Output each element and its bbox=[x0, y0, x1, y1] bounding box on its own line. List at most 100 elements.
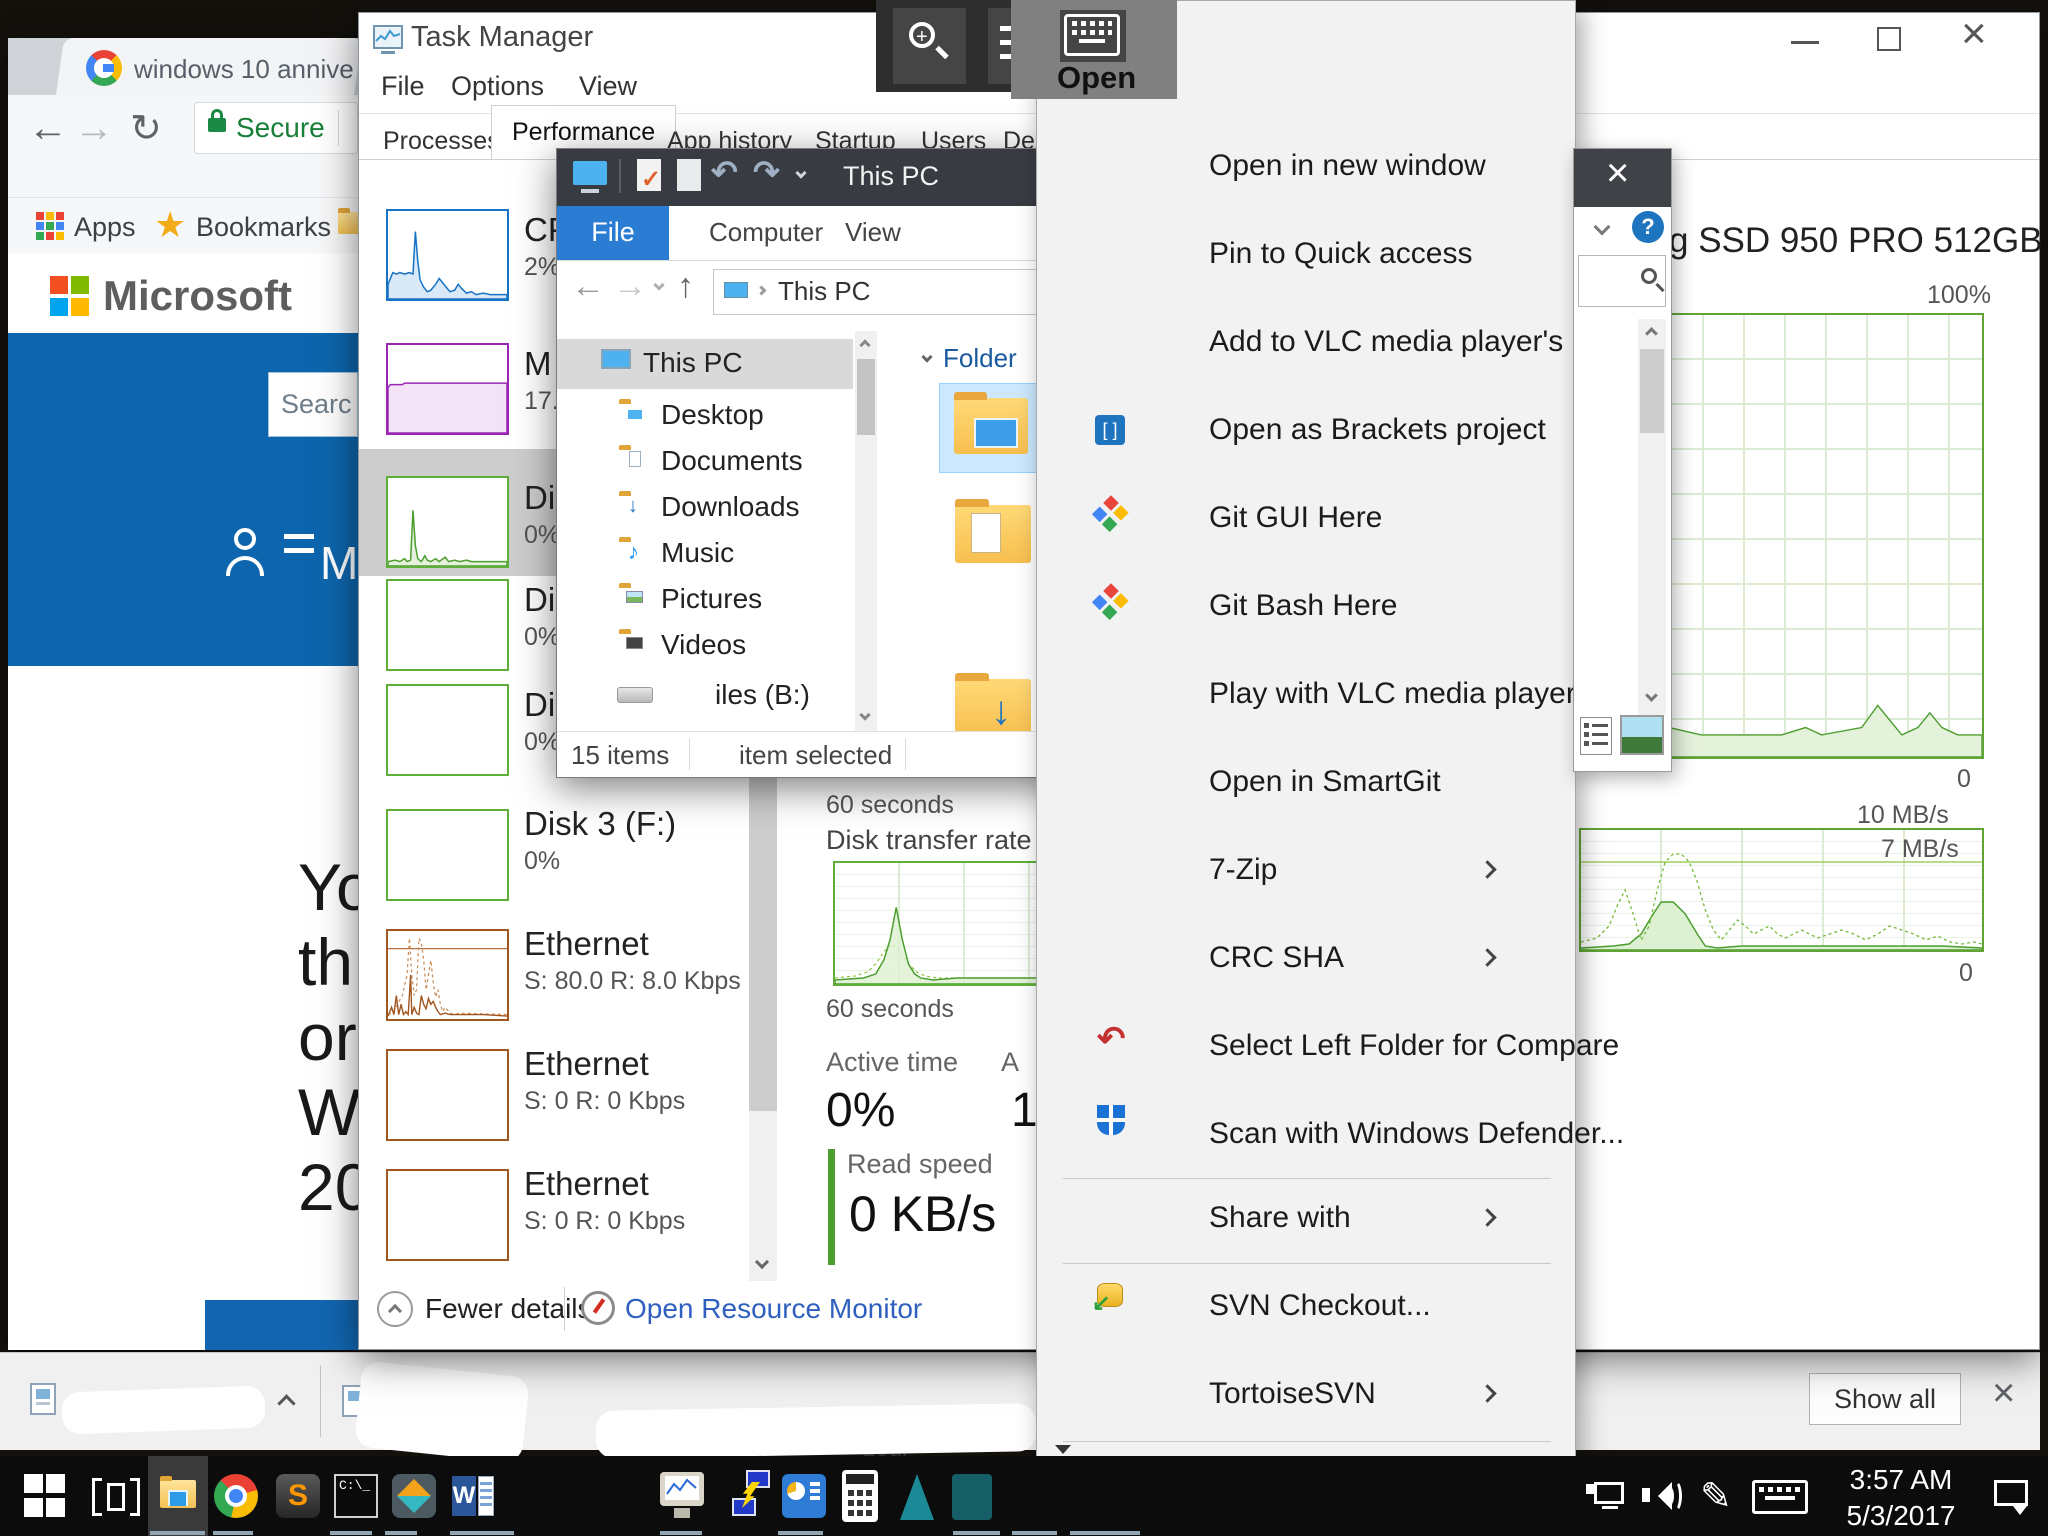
tm-scrollbar-down-icon[interactable] bbox=[755, 1255, 769, 1269]
menu-scroll-down-icon[interactable] bbox=[1055, 1445, 1071, 1454]
page-blue-button[interactable] bbox=[205, 1300, 358, 1350]
file-item-folder[interactable] bbox=[955, 505, 1031, 563]
address-breadcrumb[interactable]: This PC bbox=[778, 276, 870, 307]
zoom-tool-button[interactable]: + bbox=[893, 8, 966, 84]
ribbon-computer-tab[interactable]: Computer bbox=[709, 217, 823, 248]
menu-item-play-with-vlc[interactable]: Play with VLC media player bbox=[1209, 677, 1576, 711]
menu-item-pin-to-quick-access[interactable]: Pin to Quick access bbox=[1209, 237, 1472, 271]
qat-redo-icon[interactable]: ↷ bbox=[753, 153, 780, 191]
ribbon-file-tab[interactable]: File bbox=[557, 206, 669, 260]
task-view-button[interactable] bbox=[92, 1478, 140, 1516]
help-button[interactable]: ? bbox=[1632, 211, 1664, 243]
tree-scrollbar-thumb[interactable] bbox=[857, 359, 875, 435]
tree-music-row[interactable]: ♪ Music bbox=[557, 529, 853, 575]
menu-item-tortoisesvn[interactable]: TortoiseSVN bbox=[1209, 1377, 1376, 1411]
taskbar-app-button[interactable] bbox=[952, 1474, 992, 1520]
address-bar[interactable]: This PC bbox=[713, 269, 1075, 315]
nav-up-icon[interactable]: ↑ bbox=[677, 267, 694, 306]
tree-videos-row[interactable]: Videos bbox=[557, 621, 853, 667]
back-icon[interactable]: ← bbox=[28, 106, 68, 151]
taskbar-calculator-button[interactable] bbox=[842, 1470, 878, 1522]
nav-forward-icon[interactable]: → bbox=[613, 267, 647, 306]
popup-scroll-thumb[interactable] bbox=[1640, 349, 1664, 433]
close-button[interactable]: × bbox=[1961, 9, 1987, 59]
shelf-collapse-chevron-icon[interactable] bbox=[277, 1394, 295, 1412]
sidebar-item-disk-third[interactable]: Di 0% bbox=[359, 684, 559, 804]
ribbon-view-tab[interactable]: View bbox=[845, 217, 901, 248]
menu-item-select-left-folder-compare[interactable]: Select Left Folder for Compare bbox=[1209, 1029, 1619, 1063]
sidebar-item-disk3[interactable]: Disk 3 (F:) 0% bbox=[359, 803, 779, 923]
tm-scrollbar-thumb[interactable] bbox=[749, 771, 777, 1111]
minimize-button[interactable] bbox=[1791, 41, 1819, 44]
popup-scrollbar[interactable] bbox=[1638, 319, 1666, 715]
qat-newfolder-icon[interactable] bbox=[677, 159, 701, 191]
taskbar-sublime-button[interactable]: S bbox=[276, 1474, 320, 1518]
refresh-icon[interactable]: ↻ bbox=[130, 106, 162, 151]
tree-downloads-row[interactable]: ↓ Downloads bbox=[557, 483, 853, 529]
taskbar-explorer-button[interactable] bbox=[148, 1456, 208, 1536]
sidebar-item-ethernet1[interactable]: Ethernet S: 80.0 R: 8.0 Kbps bbox=[359, 921, 779, 1041]
menu-item-git-gui-here[interactable]: Git GUI Here bbox=[1209, 501, 1382, 535]
tray-clock[interactable]: 3:57 AM 5/3/2017 bbox=[1826, 1464, 1976, 1532]
menu-item-svn-checkout[interactable]: SVN Checkout... bbox=[1209, 1289, 1431, 1323]
tree-desktop-row[interactable]: Desktop bbox=[557, 391, 853, 437]
nav-back-icon[interactable]: ← bbox=[571, 267, 605, 306]
popup-dropdown-icon[interactable] bbox=[1594, 219, 1611, 236]
menu-item-crc-sha[interactable]: CRC SHA bbox=[1209, 941, 1344, 975]
bookmarks-label[interactable]: Bookmarks bbox=[196, 212, 331, 243]
taskbar-app-button[interactable] bbox=[900, 1474, 934, 1520]
explorer-tree-scrollbar[interactable] bbox=[855, 331, 877, 733]
sidebar-item-cpu[interactable]: CP 2% bbox=[359, 181, 559, 306]
tray-volume-icon[interactable] bbox=[1642, 1478, 1684, 1514]
taskbar-vmware-button[interactable] bbox=[392, 1474, 436, 1518]
nav-dropdown-icon[interactable] bbox=[653, 279, 664, 290]
forward-icon[interactable]: → bbox=[74, 106, 114, 151]
shelf-close-icon[interactable]: × bbox=[1992, 1371, 2015, 1416]
sidebar-item-disk2[interactable]: Di 0% bbox=[359, 579, 559, 699]
sidebar-item-memory[interactable]: M 17. bbox=[359, 313, 559, 438]
sidebar-item-ethernet2[interactable]: Ethernet S: 0 R: 0 Kbps bbox=[359, 1041, 779, 1161]
tree-scrollbar-down-icon[interactable] bbox=[859, 709, 870, 720]
image-preview-icon[interactable] bbox=[1620, 715, 1664, 755]
menu-item-7zip[interactable]: 7-Zip bbox=[1209, 853, 1277, 887]
popup-search-input[interactable] bbox=[1578, 255, 1666, 307]
menu-item-open-in-smartgit[interactable]: Open in SmartGit bbox=[1209, 765, 1441, 799]
apps-label[interactable]: Apps bbox=[74, 212, 136, 243]
taskbar-word-button[interactable]: W bbox=[452, 1474, 496, 1518]
action-center-icon[interactable] bbox=[1994, 1480, 2028, 1506]
tray-pen-icon[interactable]: ✎ bbox=[1700, 1474, 1732, 1519]
fewer-details-button[interactable]: Fewer details bbox=[425, 1293, 592, 1325]
group-collapse-icon[interactable] bbox=[921, 351, 932, 362]
tray-network-icon[interactable] bbox=[1586, 1482, 1626, 1512]
menu-item-open-as-brackets-project[interactable]: Open as Brackets project bbox=[1209, 413, 1546, 447]
show-all-button[interactable]: Show all bbox=[1809, 1373, 1961, 1425]
menu-item-open-in-new-window[interactable]: Open in new window bbox=[1209, 149, 1486, 183]
open-header-bg[interactable]: Open bbox=[1011, 0, 1177, 99]
tree-pictures-row[interactable]: Pictures bbox=[557, 575, 853, 621]
taskbar-cmd-button[interactable]: C:\_ bbox=[334, 1474, 378, 1518]
qat-properties-icon[interactable]: ✓ bbox=[637, 159, 661, 191]
taskbar-cpanel-button[interactable] bbox=[782, 1474, 826, 1518]
tm-menu-options[interactable]: Options bbox=[451, 71, 544, 102]
bookmark-star-icon[interactable]: ★ bbox=[154, 204, 186, 246]
taskbar-chrome-button[interactable] bbox=[214, 1474, 258, 1518]
qat-undo-icon[interactable]: ↶ bbox=[711, 153, 738, 191]
file-item-downloads-folder[interactable]: ↓ bbox=[955, 679, 1031, 737]
taskbar-perfmon-button[interactable] bbox=[660, 1472, 706, 1520]
tm-menu-view[interactable]: View bbox=[579, 71, 637, 102]
open-resource-monitor-link[interactable]: Open Resource Monitor bbox=[625, 1293, 922, 1325]
page-search-input[interactable]: Searc bbox=[268, 372, 358, 437]
popup-close-icon[interactable]: × bbox=[1606, 151, 1629, 196]
maximize-button[interactable] bbox=[1877, 27, 1901, 51]
tree-this-pc-row[interactable]: This PC bbox=[557, 339, 853, 389]
tree-scrollbar-up-icon[interactable] bbox=[859, 339, 870, 350]
menu-item-scan-with-defender[interactable]: Scan with Windows Defender... bbox=[1209, 1117, 1624, 1151]
taskbar-netconnect-button[interactable] bbox=[730, 1470, 778, 1522]
tree-documents-row[interactable]: Documents bbox=[557, 437, 853, 483]
tray-keyboard-icon[interactable] bbox=[1752, 1480, 1808, 1514]
sidebar-item-disk1-selected[interactable]: Di 0% bbox=[359, 449, 557, 576]
menu-item-share-with[interactable]: Share with bbox=[1209, 1201, 1351, 1235]
tree-drive-b-row[interactable]: iles (B:) bbox=[557, 671, 853, 717]
bookmark-folder-icon[interactable] bbox=[338, 212, 358, 234]
menu-item-git-bash-here[interactable]: Git Bash Here bbox=[1209, 589, 1397, 623]
